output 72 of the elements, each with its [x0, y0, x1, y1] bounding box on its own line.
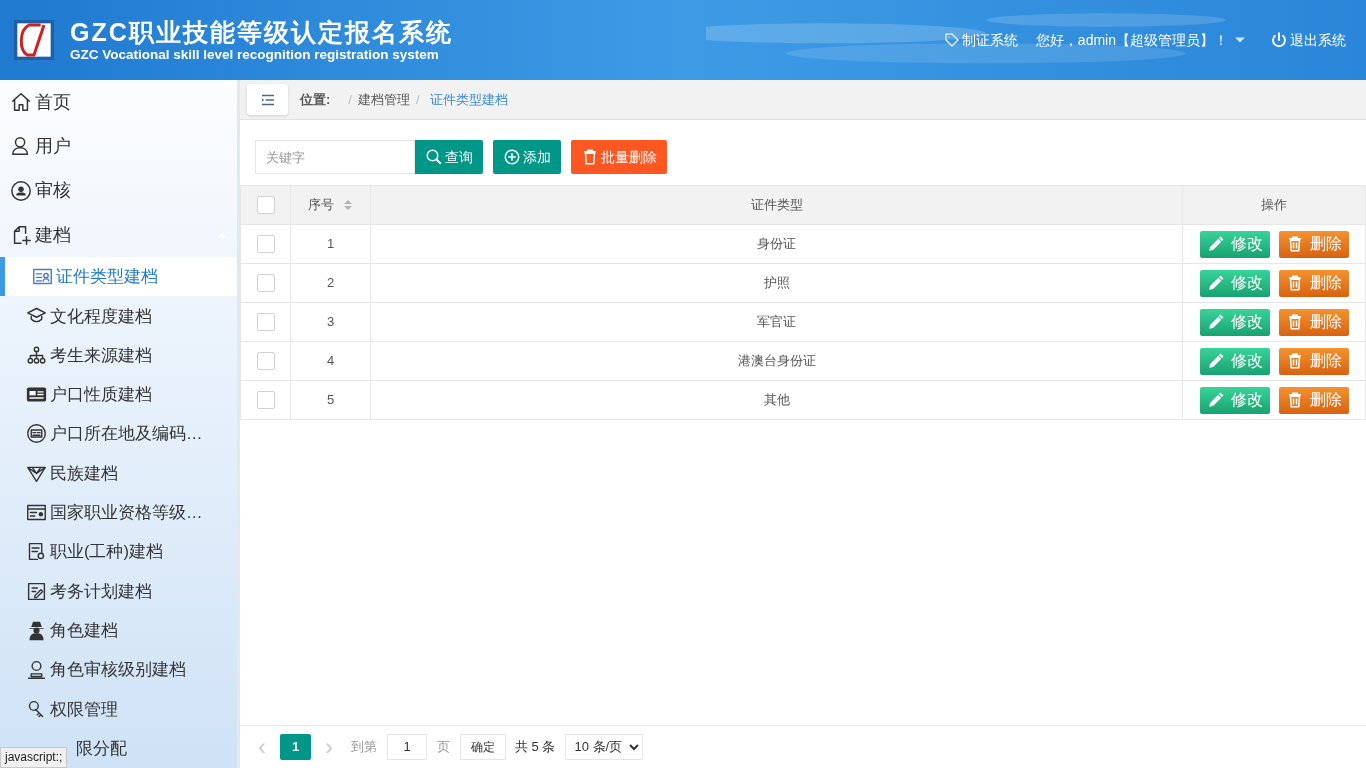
- edit-note-icon: [26, 580, 47, 602]
- table-cell: 2: [290, 263, 371, 303]
- sidebar-item[interactable]: 国家职业资格等级…: [0, 492, 237, 533]
- page-size-select[interactable]: 10 条/页: [565, 733, 644, 760]
- page-link[interactable]: 1: [280, 733, 311, 760]
- hierarchy-icon: [26, 344, 47, 366]
- table-cell: 4: [290, 341, 371, 381]
- confirm-button[interactable]: 确定: [460, 733, 506, 760]
- add-button[interactable]: 添加: [493, 140, 561, 174]
- column-header: 证件类型: [370, 185, 1183, 225]
- goto-label: 到第: [351, 737, 377, 756]
- sidebar-item[interactable]: 证件类型建档: [0, 256, 237, 297]
- header-link[interactable]: 退出系统: [1270, 29, 1346, 51]
- sidebar-item[interactable]: 民族建档: [0, 453, 237, 493]
- breadcrumb-separator: /: [415, 90, 420, 109]
- round-badge-icon: [26, 423, 47, 445]
- page-number-field[interactable]: 1: [387, 733, 427, 760]
- pencil-icon: [1206, 235, 1225, 253]
- pencil-icon: [1206, 352, 1225, 370]
- checkbox[interactable]: [256, 313, 275, 331]
- system-subtitle: GZC Vocational skill level recognition registration system: [70, 47, 440, 63]
- sidebar-item[interactable]: 建档: [0, 212, 237, 257]
- total-count: 共 5 条: [515, 737, 556, 756]
- column-header[interactable]: 序号: [290, 185, 371, 225]
- stamp-icon: [26, 659, 47, 681]
- sidebar-item[interactable]: 用户: [0, 124, 237, 169]
- sidebar-item[interactable]: 职业(工种)建档: [0, 532, 237, 572]
- page-unit-label: 页: [437, 737, 450, 756]
- table-cell: 身份证: [370, 224, 1183, 264]
- checkbox[interactable]: [256, 274, 275, 292]
- home-icon: [10, 91, 32, 114]
- document-icon: [26, 541, 47, 563]
- pencil-icon: [1206, 313, 1225, 331]
- trash-icon: [581, 148, 599, 166]
- breadcrumb-link[interactable]: 建档管理: [357, 89, 410, 110]
- breadcrumb-label: 位置:: [300, 90, 331, 109]
- system-title: GZC职业技能等级认定报名系统: [70, 17, 453, 47]
- checkbox[interactable]: [256, 391, 275, 409]
- table-cell: 1: [290, 224, 371, 264]
- table-cell: 其他: [370, 380, 1183, 420]
- select-all-checkbox[interactable]: [256, 196, 275, 214]
- table-cell: 军官证: [370, 302, 1183, 342]
- sidebar-item[interactable]: 角色建档: [0, 610, 237, 651]
- sidebar-item[interactable]: 角色审核级别建档: [0, 650, 237, 690]
- power-icon: [1270, 31, 1288, 49]
- status-tooltip: javascript:;: [0, 747, 68, 768]
- sidebar-item[interactable]: 户口所在地及编码…: [0, 414, 237, 454]
- checkbox[interactable]: [256, 352, 275, 370]
- search-field[interactable]: 关键字: [255, 140, 415, 174]
- column-header: 操作: [1182, 185, 1366, 225]
- plus-circle-icon: [503, 148, 521, 166]
- sidebar-item[interactable]: 文化程度建档: [0, 296, 237, 336]
- menu-toggle-button[interactable]: [247, 84, 288, 115]
- tag-icon: [943, 32, 960, 48]
- person-circle-icon: [10, 179, 32, 202]
- sidebar-item[interactable]: 考生来源建档: [0, 335, 237, 375]
- sidebar-item[interactable]: 考务计划建档: [0, 571, 237, 611]
- sidebar-item[interactable]: 首页: [0, 80, 237, 125]
- pencil-icon: [1206, 391, 1225, 409]
- table-cell: 港澳台身份证: [370, 341, 1183, 381]
- table-cell: 5: [290, 380, 371, 420]
- sidebar-item[interactable]: 审核: [0, 168, 237, 213]
- sidebar-item[interactable]: 权限管理: [0, 689, 237, 729]
- checkbox[interactable]: [256, 235, 275, 253]
- pencil-icon: [1206, 274, 1225, 292]
- search-button[interactable]: 查询: [415, 140, 483, 174]
- table-cell: 3: [290, 302, 371, 342]
- breadcrumb-separator: /: [348, 90, 352, 109]
- search-icon: [425, 148, 443, 166]
- table-cell: 护照: [370, 263, 1183, 303]
- sidebar-item[interactable]: 户口性质建档: [0, 374, 237, 415]
- logo-icon: [14, 20, 54, 60]
